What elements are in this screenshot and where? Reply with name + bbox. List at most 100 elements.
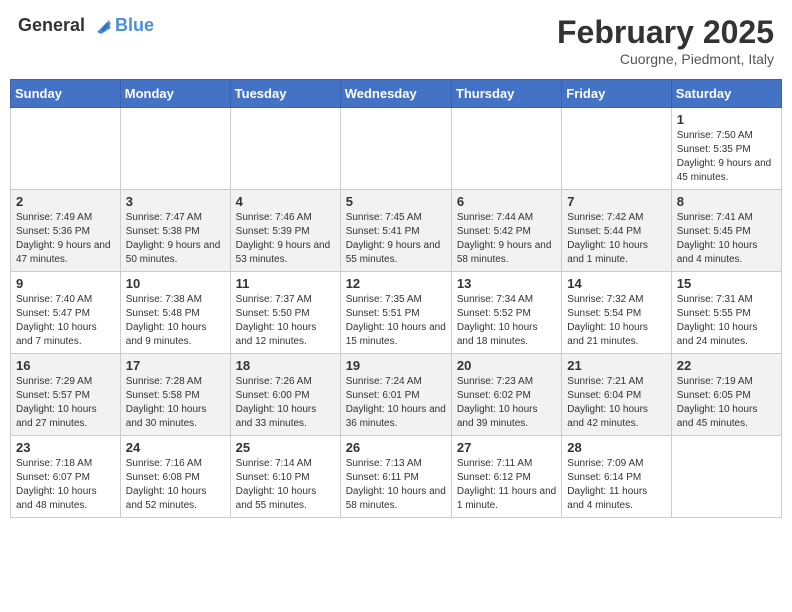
day-number: 15 bbox=[677, 276, 776, 291]
month-title: February 2025 bbox=[557, 14, 774, 51]
day-number: 11 bbox=[236, 276, 335, 291]
day-number: 5 bbox=[346, 194, 446, 209]
day-number: 27 bbox=[457, 440, 556, 455]
day-info: Sunrise: 7:18 AM Sunset: 6:07 PM Dayligh… bbox=[16, 457, 115, 513]
day-number: 24 bbox=[126, 440, 225, 455]
logo: General Blue bbox=[18, 14, 154, 36]
calendar-table: Sunday Monday Tuesday Wednesday Thursday… bbox=[10, 79, 782, 518]
calendar-cell-w1-d4 bbox=[340, 108, 451, 190]
day-info: Sunrise: 7:42 AM Sunset: 5:44 PM Dayligh… bbox=[567, 211, 665, 267]
header-friday: Friday bbox=[562, 80, 671, 108]
day-number: 10 bbox=[126, 276, 225, 291]
calendar-cell-w4-d2: 17 Sunrise: 7:28 AM Sunset: 5:58 PM Dayli… bbox=[120, 354, 230, 436]
day-number: 25 bbox=[236, 440, 335, 455]
day-number: 19 bbox=[346, 358, 446, 373]
calendar-cell-w2-d3: 4 Sunrise: 7:46 AM Sunset: 5:39 PM Daylig… bbox=[230, 190, 340, 272]
day-number: 22 bbox=[677, 358, 776, 373]
weekday-header-row: Sunday Monday Tuesday Wednesday Thursday… bbox=[11, 80, 782, 108]
calendar-cell-w5-d7 bbox=[671, 436, 781, 518]
day-number: 14 bbox=[567, 276, 665, 291]
day-info: Sunrise: 7:44 AM Sunset: 5:42 PM Dayligh… bbox=[457, 211, 556, 267]
calendar-cell-w4-d3: 18 Sunrise: 7:26 AM Sunset: 6:00 PM Dayli… bbox=[230, 354, 340, 436]
header-saturday: Saturday bbox=[671, 80, 781, 108]
day-info: Sunrise: 7:09 AM Sunset: 6:14 PM Dayligh… bbox=[567, 457, 665, 513]
day-number: 17 bbox=[126, 358, 225, 373]
day-info: Sunrise: 7:45 AM Sunset: 5:41 PM Dayligh… bbox=[346, 211, 446, 267]
calendar-cell-w2-d6: 7 Sunrise: 7:42 AM Sunset: 5:44 PM Daylig… bbox=[562, 190, 671, 272]
calendar-cell-w4-d4: 19 Sunrise: 7:24 AM Sunset: 6:01 PM Dayli… bbox=[340, 354, 451, 436]
header-wednesday: Wednesday bbox=[340, 80, 451, 108]
day-number: 12 bbox=[346, 276, 446, 291]
day-number: 8 bbox=[677, 194, 776, 209]
calendar-week-4: 16 Sunrise: 7:29 AM Sunset: 5:57 PM Dayli… bbox=[11, 354, 782, 436]
calendar-cell-w1-d6 bbox=[562, 108, 671, 190]
day-info: Sunrise: 7:31 AM Sunset: 5:55 PM Dayligh… bbox=[677, 293, 776, 349]
calendar-cell-w1-d3 bbox=[230, 108, 340, 190]
calendar-cell-w1-d1 bbox=[11, 108, 121, 190]
calendar-cell-w5-d6: 28 Sunrise: 7:09 AM Sunset: 6:14 PM Dayli… bbox=[562, 436, 671, 518]
day-number: 23 bbox=[16, 440, 115, 455]
day-info: Sunrise: 7:46 AM Sunset: 5:39 PM Dayligh… bbox=[236, 211, 335, 267]
calendar-cell-w4-d7: 22Sunrise: 7:19 AM Sunset: 6:05 PM Dayli… bbox=[671, 354, 781, 436]
calendar-cell-w1-d2 bbox=[120, 108, 230, 190]
day-info: Sunrise: 7:35 AM Sunset: 5:51 PM Dayligh… bbox=[346, 293, 446, 349]
calendar-cell-w3-d6: 14 Sunrise: 7:32 AM Sunset: 5:54 PM Dayli… bbox=[562, 272, 671, 354]
calendar-cell-w5-d1: 23 Sunrise: 7:18 AM Sunset: 6:07 PM Dayli… bbox=[11, 436, 121, 518]
day-number: 13 bbox=[457, 276, 556, 291]
day-number: 28 bbox=[567, 440, 665, 455]
calendar-week-3: 9 Sunrise: 7:40 AM Sunset: 5:47 PM Daylig… bbox=[11, 272, 782, 354]
calendar-cell-w2-d5: 6 Sunrise: 7:44 AM Sunset: 5:42 PM Daylig… bbox=[451, 190, 561, 272]
header-tuesday: Tuesday bbox=[230, 80, 340, 108]
day-number: 6 bbox=[457, 194, 556, 209]
day-info: Sunrise: 7:49 AM Sunset: 5:36 PM Dayligh… bbox=[16, 211, 115, 267]
calendar-cell-w2-d1: 2Sunrise: 7:49 AM Sunset: 5:36 PM Daylig… bbox=[11, 190, 121, 272]
day-info: Sunrise: 7:24 AM Sunset: 6:01 PM Dayligh… bbox=[346, 375, 446, 431]
calendar-week-1: 1 Sunrise: 7:50 AM Sunset: 5:35 PM Daylig… bbox=[11, 108, 782, 190]
calendar-cell-w3-d3: 11 Sunrise: 7:37 AM Sunset: 5:50 PM Dayli… bbox=[230, 272, 340, 354]
calendar-cell-w2-d4: 5 Sunrise: 7:45 AM Sunset: 5:41 PM Daylig… bbox=[340, 190, 451, 272]
day-number: 4 bbox=[236, 194, 335, 209]
day-info: Sunrise: 7:23 AM Sunset: 6:02 PM Dayligh… bbox=[457, 375, 556, 431]
calendar-cell-w5-d2: 24Sunrise: 7:16 AM Sunset: 6:08 PM Dayli… bbox=[120, 436, 230, 518]
day-info: Sunrise: 7:13 AM Sunset: 6:11 PM Dayligh… bbox=[346, 457, 446, 513]
calendar-cell-w3-d5: 13 Sunrise: 7:34 AM Sunset: 5:52 PM Dayli… bbox=[451, 272, 561, 354]
day-number: 16 bbox=[16, 358, 115, 373]
day-number: 9 bbox=[16, 276, 115, 291]
day-number: 20 bbox=[457, 358, 556, 373]
title-section: February 2025 Cuorgne, Piedmont, Italy bbox=[557, 14, 774, 67]
day-info: Sunrise: 7:21 AM Sunset: 6:04 PM Dayligh… bbox=[567, 375, 665, 431]
day-info: Sunrise: 7:41 AM Sunset: 5:45 PM Dayligh… bbox=[677, 211, 776, 267]
calendar-cell-w1-d7: 1 Sunrise: 7:50 AM Sunset: 5:35 PM Daylig… bbox=[671, 108, 781, 190]
day-number: 3 bbox=[126, 194, 225, 209]
calendar-cell-w5-d3: 25Sunrise: 7:14 AM Sunset: 6:10 PM Dayli… bbox=[230, 436, 340, 518]
day-number: 7 bbox=[567, 194, 665, 209]
subtitle: Cuorgne, Piedmont, Italy bbox=[557, 51, 774, 67]
day-number: 21 bbox=[567, 358, 665, 373]
header-sunday: Sunday bbox=[11, 80, 121, 108]
day-number: 1 bbox=[677, 112, 776, 127]
calendar-cell-w4-d5: 20 Sunrise: 7:23 AM Sunset: 6:02 PM Dayli… bbox=[451, 354, 561, 436]
day-info: Sunrise: 7:32 AM Sunset: 5:54 PM Dayligh… bbox=[567, 293, 665, 349]
day-info: Sunrise: 7:28 AM Sunset: 5:58 PM Dayligh… bbox=[126, 375, 225, 431]
day-number: 18 bbox=[236, 358, 335, 373]
calendar-cell-w3-d7: 15 Sunrise: 7:31 AM Sunset: 5:55 PM Dayli… bbox=[671, 272, 781, 354]
header-monday: Monday bbox=[120, 80, 230, 108]
day-info: Sunrise: 7:40 AM Sunset: 5:47 PM Dayligh… bbox=[16, 293, 115, 349]
day-info: Sunrise: 7:34 AM Sunset: 5:52 PM Dayligh… bbox=[457, 293, 556, 349]
calendar-cell-w2-d7: 8 Sunrise: 7:41 AM Sunset: 5:45 PM Daylig… bbox=[671, 190, 781, 272]
day-info: Sunrise: 7:37 AM Sunset: 5:50 PM Dayligh… bbox=[236, 293, 335, 349]
day-info: Sunrise: 7:11 AM Sunset: 6:12 PM Dayligh… bbox=[457, 457, 556, 513]
calendar-cell-w3-d4: 12 Sunrise: 7:35 AM Sunset: 5:51 PM Dayli… bbox=[340, 272, 451, 354]
header: General Blue February 2025 Cuorgne, Pied… bbox=[10, 10, 782, 71]
calendar-week-2: 2Sunrise: 7:49 AM Sunset: 5:36 PM Daylig… bbox=[11, 190, 782, 272]
calendar-cell-w3-d1: 9 Sunrise: 7:40 AM Sunset: 5:47 PM Daylig… bbox=[11, 272, 121, 354]
logo-blue-text: Blue bbox=[115, 15, 154, 36]
day-number: 26 bbox=[346, 440, 446, 455]
day-info: Sunrise: 7:50 AM Sunset: 5:35 PM Dayligh… bbox=[677, 129, 776, 185]
day-info: Sunrise: 7:38 AM Sunset: 5:48 PM Dayligh… bbox=[126, 293, 225, 349]
calendar-week-5: 23 Sunrise: 7:18 AM Sunset: 6:07 PM Dayli… bbox=[11, 436, 782, 518]
day-info: Sunrise: 7:29 AM Sunset: 5:57 PM Dayligh… bbox=[16, 375, 115, 431]
calendar-cell-w3-d2: 10 Sunrise: 7:38 AM Sunset: 5:48 PM Dayli… bbox=[120, 272, 230, 354]
day-info: Sunrise: 7:26 AM Sunset: 6:00 PM Dayligh… bbox=[236, 375, 335, 431]
calendar-cell-w2-d2: 3Sunrise: 7:47 AM Sunset: 5:38 PM Daylig… bbox=[120, 190, 230, 272]
